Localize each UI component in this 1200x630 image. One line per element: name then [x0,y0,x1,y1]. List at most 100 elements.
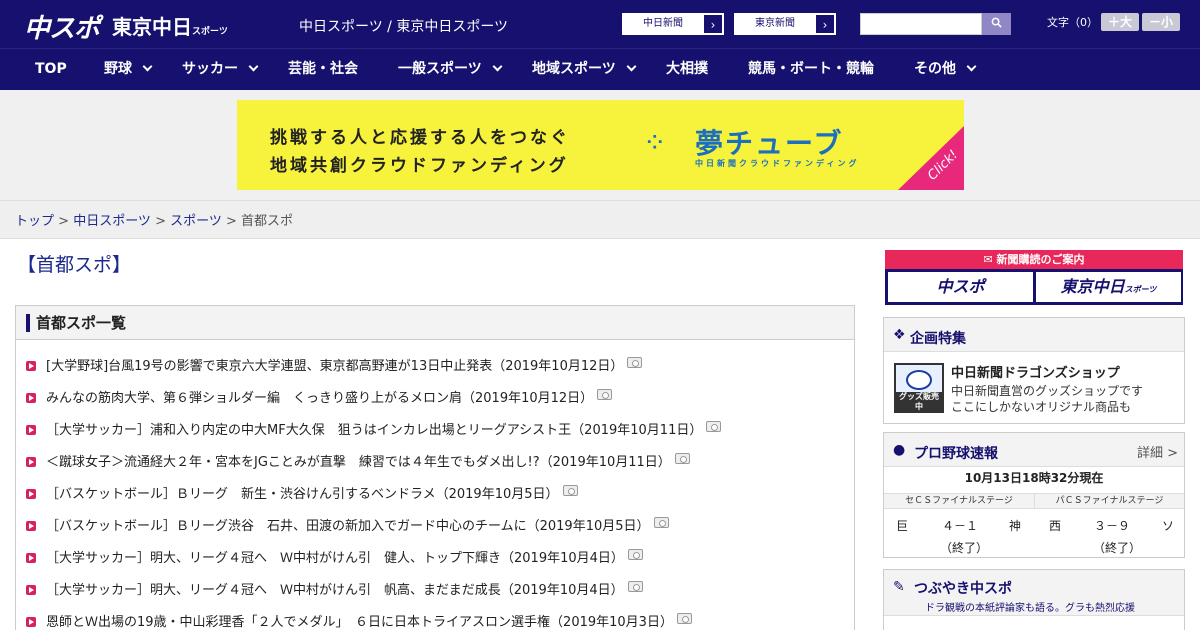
megaphone-icon: ✎ [893,579,905,595]
baseball-header: ● プロ野球速報 詳細 > [884,433,1184,467]
camera-icon [597,389,613,400]
nav-top[interactable]: TOP [35,49,67,91]
game1-status: （終了） [940,541,989,555]
article-link[interactable]: 恩師とＷ出場の19歳・中山彩理香「２人でメダル」 ６日に日本トライアスロン選手権… [46,615,673,630]
nav-baseball[interactable]: 野球 [104,49,153,91]
breadcrumb-chunichi-sports[interactable]: 中日スポーツ [73,214,151,229]
dots-logo-icon: ⁘ [643,126,667,159]
game1-home: 巨 [896,519,909,533]
camera-icon [653,517,669,528]
bullet-arrow-icon [26,585,36,595]
list-item[interactable]: みんなの筋肉大学、第６弾ショルダー編 くっきり盛り上がるメロン肩（2019年10… [26,387,613,406]
search-input[interactable] [860,13,982,35]
tweet-card: ✎ つぶやき中スポ ドラ観戦の本紙評論家も語る。グラも熱烈応援 [883,569,1185,630]
list-item[interactable]: ［バスケットボール］Ｂリーグ 新生・渋谷けん引するベンドラメ（2019年10月5… [26,483,578,502]
breadcrumb-top[interactable]: トップ [15,214,54,229]
article-link[interactable]: ［バスケットボール］Ｂリーグ渋谷 石井、田渡の新加入でガード中心のチームに（20… [46,519,650,534]
chuspo-logo[interactable]: 中スポ [24,8,100,45]
chevron-down-icon [966,61,977,72]
bullet-arrow-icon [26,553,36,563]
feature-card: ❖ 企画特集 グッズ販売中 中日新聞ドラゴンズショップ 中日新聞直営のグッズショ… [883,317,1185,424]
ribbon-icon: ❖ [893,327,906,343]
nav-keiba[interactable]: 競馬・ボート・競輪 [748,49,874,91]
tokyo-chunichi-logo[interactable]: 東京中日スポーツ [112,11,228,40]
camera-icon [706,421,722,432]
baseball-heading: プロ野球速報 [914,446,998,462]
tokyo-shimbun-link[interactable]: 東京新聞 › [734,13,836,35]
chevron-down-icon [142,61,153,72]
article-link[interactable]: みんなの筋肉大学、第６弾ショルダー編 くっきり盛り上がるメロン肩（2019年10… [46,391,593,406]
list-item[interactable]: ［バスケットボール］Ｂリーグ渋谷 石井、田渡の新加入でガード中心のチームに（20… [26,515,669,534]
nav-keiba-label: 競馬・ボート・競輪 [748,61,874,77]
article-link[interactable]: ＜蹴球女子＞流通経大２年・宮本をJGことみが直撃 練習では４年生でもダメ出し!?… [46,455,671,470]
banner-area: 挑戦する人と応援する人をつなぐ 地域共創クラウドファンディング ⁘ 夢チューブ … [0,90,1200,201]
nav-local-sports[interactable]: 地域スポーツ [532,49,637,91]
subscribe-chuspo-button[interactable]: 中スポ [888,272,1033,302]
feature-heading: 企画特集 [910,331,966,347]
breadcrumb-current: 首都スポ [241,214,294,229]
tweet-heading: つぶやき中スポ [914,581,1012,597]
subscription-heading: ✉ 新聞購読のご案内 [885,250,1183,269]
camera-icon [674,453,690,464]
nav-sumo-label: 大相撲 [666,61,708,77]
chevron-down-icon [626,61,637,72]
subscription-box: ✉ 新聞購読のご案内 中スポ 東京中日スポーツ [885,250,1183,305]
tweet-header: ✎ つぶやき中スポ ドラ観戦の本紙評論家も語る。グラも熱烈応援 [884,570,1184,616]
nav-top-label: TOP [35,61,67,77]
article-link[interactable]: ［バスケットボール］Ｂリーグ 新生・渋谷けん引するベンドラメ（2019年10月5… [46,487,559,502]
list-item[interactable]: 恩師とＷ出場の19歳・中山彩理香「２人でメダル」 ６日に日本トライアスロン選手権… [26,611,692,630]
article-link[interactable]: ［大学サッカー］明大、リーグ４冠へ Ｗ中村がけん引 帆高、まだまだ成長（2019… [46,583,624,598]
article-list-header: 首都スポ一覧 [16,306,854,340]
list-item[interactable]: ＜蹴球女子＞流通経大２年・宮本をJGことみが直撃 練習では４年生でもダメ出し!?… [26,451,690,470]
subscribe-tokyo-chunichi-button[interactable]: 東京中日スポーツ [1036,272,1181,302]
nav-sumo[interactable]: 大相撲 [666,49,708,91]
shop-desc-2: ここにしかないオリジナル商品も [951,400,1132,414]
top-header: 中スポ 東京中日スポーツ 中日スポーツ / 東京中日スポーツ 中日新聞 › 東京… [0,0,1200,48]
list-item[interactable]: ［大学サッカー］浦和入り内定の中大MF大久保 狙うはインカレ出場とリーグアシスト… [26,419,722,438]
nav-soccer[interactable]: サッカー [182,49,259,91]
camera-icon [676,613,692,624]
game1-score[interactable]: ４－１ [942,517,978,534]
article-link[interactable]: ［大学サッカー］明大、リーグ４冠へ Ｗ中村がけん引 健人、トップ下輝き（2019… [46,551,624,566]
search-icon [991,17,1002,28]
font-smaller-button[interactable]: －小 [1142,13,1180,31]
article-list-heading: 首都スポ一覧 [36,314,127,332]
article-link[interactable]: [大学野球]台風19号の影響で東京六大学連盟、東京都高野連が13日中止発表（20… [46,359,623,374]
game2-status: （終了） [1093,541,1142,555]
subscribe-tokyo-label: 東京中日 [1060,277,1125,296]
article-link[interactable]: ［大学サッカー］浦和入り内定の中大MF大久保 狙うはインカレ出場とリーグアシスト… [46,423,702,438]
font-size-label: 文字（0） [1047,16,1098,29]
thumb-caption: グッズ販売中 [896,392,942,412]
ticket-icon: ✉ [983,253,997,266]
camera-icon [627,581,643,592]
list-item[interactable]: ［大学サッカー］明大、リーグ４冠へ Ｗ中村がけん引 帆高、まだまだ成長（2019… [26,579,643,598]
font-bigger-button[interactable]: ＋大 [1101,13,1139,31]
subscription-heading-text: 新聞購読のご案内 [996,253,1085,266]
shop-title-link[interactable]: 中日新聞ドラゴンズショップ [951,362,1120,381]
list-item[interactable]: [大学野球]台風19号の影響で東京六大学連盟、東京都高野連が13日中止発表（20… [26,355,643,374]
nav-other[interactable]: その他 [914,49,977,91]
game2-score[interactable]: ３－９ [1094,517,1130,534]
mascot-face-icon [906,370,932,390]
dragons-shop-thumbnail[interactable]: グッズ販売中 [894,363,944,413]
banner-line-2: 地域共創クラウドファンディング [270,156,569,176]
tokyo-logo-small: スポーツ [192,27,228,37]
search-button[interactable] [982,13,1011,35]
nav-entertainment[interactable]: 芸能・社会 [288,49,358,91]
score-timestamp: 10月13日18時32分現在 [964,471,1104,485]
feature-header: ❖ 企画特集 [884,318,1184,352]
camera-icon [627,357,643,368]
chunichi-shimbun-link[interactable]: 中日新聞 › [622,13,724,35]
baseball-detail-link[interactable]: 詳細 > [1137,442,1178,461]
nav-soccer-label: サッカー [182,61,238,77]
nav-baseball-label: 野球 [104,61,132,77]
list-item[interactable]: ［大学サッカー］明大、リーグ４冠へ Ｗ中村がけん引 健人、トップ下輝き（2019… [26,547,643,566]
chevron-right-icon: › [703,14,723,34]
nav-general-sports[interactable]: 一般スポーツ [398,49,503,91]
banner-sub: 中日新聞クラウドファンディング [695,159,860,168]
yume-tube-banner[interactable]: 挑戦する人と応援する人をつなぐ 地域共創クラウドファンディング ⁘ 夢チューブ … [237,100,964,190]
score-stage-pacific: パＣＳファイナルステージ [1034,493,1184,509]
article-list: 首都スポ一覧 [大学野球]台風19号の影響で東京六大学連盟、東京都高野連が13日… [15,305,855,630]
breadcrumb-sports[interactable]: スポーツ [170,214,222,229]
nav-general-sports-label: 一般スポーツ [398,61,482,77]
